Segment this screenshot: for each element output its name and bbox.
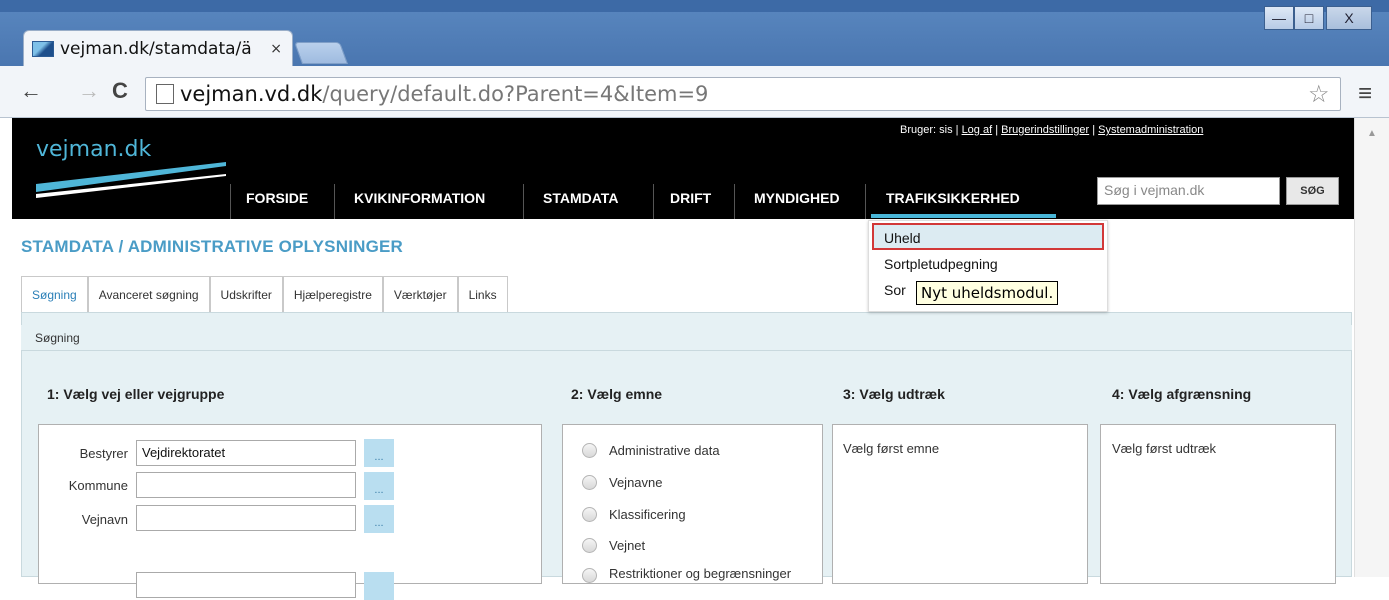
page-title: STAMDATA / ADMINISTRATIVE OPLYSNINGER bbox=[21, 237, 404, 256]
nav-forside[interactable]: FORSIDE bbox=[246, 190, 308, 206]
bestyrer-input[interactable]: Vejdirektoratet bbox=[136, 440, 356, 466]
site-search-input[interactable]: Søg i vejman.dk bbox=[1097, 177, 1280, 205]
bestyrer-label: Bestyrer bbox=[79, 446, 128, 461]
topic-radio[interactable] bbox=[582, 507, 597, 522]
address-bar[interactable]: vejman.vd.dk /query/default.do?Parent=4&… bbox=[145, 77, 1341, 111]
vejnavn-lookup-button[interactable]: ... bbox=[364, 505, 394, 533]
user-label: Bruger: sis | bbox=[900, 124, 959, 136]
nav-divider bbox=[230, 184, 231, 219]
extra-lookup-button[interactable] bbox=[364, 572, 394, 600]
nav-divider bbox=[865, 184, 866, 219]
user-settings-link[interactable]: Brugerindstillinger bbox=[1001, 124, 1089, 136]
bookmark-star-icon[interactable]: ☆ bbox=[1308, 80, 1330, 109]
dropdown-item-sortpletudpegning[interactable]: Sortpletudpegning bbox=[884, 256, 998, 272]
nav-divider bbox=[334, 184, 335, 219]
nav-stamdata[interactable]: STAMDATA bbox=[543, 190, 618, 206]
window-top-strip bbox=[0, 0, 1389, 12]
nav-kvikinformation[interactable]: KVIKINFORMATION bbox=[354, 190, 485, 206]
new-tab-button[interactable] bbox=[293, 42, 349, 64]
maximize-button[interactable]: □ bbox=[1294, 6, 1324, 30]
forward-button[interactable]: → bbox=[78, 78, 100, 104]
topic-radio[interactable] bbox=[582, 538, 597, 553]
browser-tab[interactable]: vejman.dk/stamdata/ä × bbox=[23, 30, 293, 66]
dropdown-item-sor[interactable]: Sor bbox=[884, 282, 906, 298]
url-host: vejman.vd.dk bbox=[180, 82, 323, 106]
dropdown-item-uheld[interactable]: Uheld bbox=[884, 230, 921, 246]
nav-trafiksikkerhed[interactable]: TRAFIKSIKKERHED bbox=[886, 190, 1020, 206]
topic-label: Vejnet bbox=[609, 538, 646, 553]
tab-title: vejman.dk/stamdata/ä bbox=[60, 38, 252, 59]
tab-close-icon[interactable]: × bbox=[270, 41, 282, 57]
extra-input[interactable] bbox=[136, 572, 356, 598]
topic-label: Klassificering bbox=[609, 507, 686, 522]
step1-heading: 1: Vælg vej eller vejgruppe bbox=[47, 386, 225, 402]
topic-label: Restriktioner og begrænsninger bbox=[609, 566, 792, 581]
tab-vaerktoejer[interactable]: Værktøjer bbox=[382, 276, 458, 312]
back-button[interactable]: ← bbox=[20, 78, 42, 104]
nav-divider bbox=[653, 184, 654, 219]
minimize-button[interactable]: — bbox=[1264, 6, 1294, 30]
favicon-icon bbox=[32, 40, 54, 57]
panel-title: Søgning bbox=[21, 325, 1352, 351]
nav-divider bbox=[734, 184, 735, 219]
vejnavn-input[interactable] bbox=[136, 505, 356, 531]
tab-soegning[interactable]: Søgning bbox=[21, 276, 88, 312]
tab-links[interactable]: Links bbox=[457, 276, 508, 312]
step2-heading: 2: Vælg emne bbox=[571, 386, 663, 402]
url-path: /query/default.do?Parent=4&Item=9 bbox=[322, 82, 709, 106]
browser-menu-icon[interactable]: ≡ bbox=[1358, 80, 1372, 108]
kommune-lookup-button[interactable]: ... bbox=[364, 472, 394, 500]
scrollbar[interactable]: ▲ bbox=[1354, 118, 1389, 577]
bestyrer-lookup-button[interactable]: ... bbox=[364, 439, 394, 467]
nav-myndighed[interactable]: MYNDIGHED bbox=[754, 190, 840, 206]
nav-drift[interactable]: DRIFT bbox=[670, 190, 711, 206]
nav-active-indicator bbox=[871, 214, 1056, 218]
step4-heading: 4: Vælg afgrænsning bbox=[1112, 386, 1252, 402]
reload-button[interactable]: C bbox=[112, 78, 128, 104]
separator: | bbox=[1092, 124, 1096, 136]
nav-divider bbox=[523, 184, 524, 219]
kommune-label: Kommune bbox=[68, 478, 128, 493]
step3-heading: 3: Vælg udtræk bbox=[843, 386, 945, 402]
site-search-button[interactable]: SØG bbox=[1286, 177, 1339, 205]
extract-hint: Vælg først emne bbox=[843, 441, 940, 456]
topic-label: Vejnavne bbox=[609, 475, 663, 490]
page-tabs: Søgning Avanceret søgning Udskrifter Hjæ… bbox=[21, 276, 508, 312]
topic-radio[interactable] bbox=[582, 443, 597, 458]
scroll-up-icon[interactable]: ▲ bbox=[1367, 128, 1377, 139]
kommune-input[interactable] bbox=[136, 472, 356, 498]
vejnavn-label: Vejnavn bbox=[81, 512, 128, 527]
tooltip: Nyt uheldsmodul. bbox=[916, 281, 1059, 305]
logo-swoosh-icon bbox=[36, 162, 226, 198]
topic-radio[interactable] bbox=[582, 475, 597, 490]
topic-radio[interactable] bbox=[582, 568, 597, 583]
logout-link[interactable]: Log af bbox=[962, 124, 993, 136]
page-icon bbox=[156, 84, 174, 104]
window-controls: — □ X bbox=[1264, 6, 1372, 32]
topic-label: Administrative data bbox=[609, 443, 720, 458]
close-window-button[interactable]: X bbox=[1326, 6, 1372, 30]
separator: | bbox=[995, 124, 999, 136]
tab-hjaelperegistre[interactable]: Hjælperegistre bbox=[282, 276, 383, 312]
user-bar: Bruger: sis | Log af | Brugerindstilling… bbox=[900, 124, 1203, 136]
limit-hint: Vælg først udtræk bbox=[1112, 441, 1217, 456]
site-logo[interactable]: vejman.dk bbox=[36, 137, 151, 162]
tab-udskrifter[interactable]: Udskrifter bbox=[209, 276, 283, 312]
sysadmin-link[interactable]: Systemadministration bbox=[1098, 124, 1203, 136]
tab-avanceret-soegning[interactable]: Avanceret søgning bbox=[87, 276, 210, 312]
